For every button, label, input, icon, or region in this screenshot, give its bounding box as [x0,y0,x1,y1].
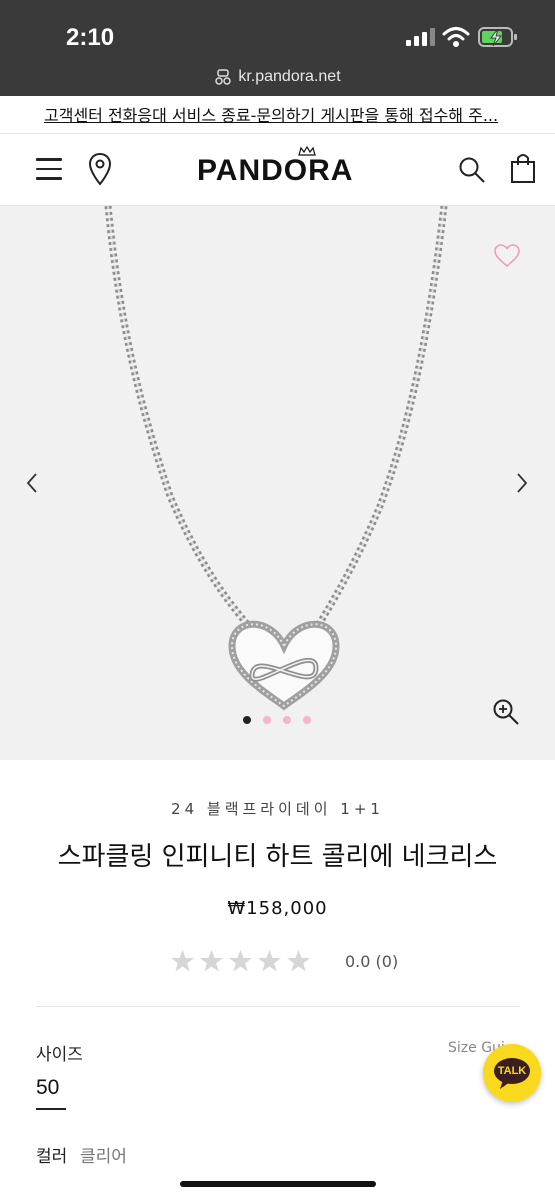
gallery-dot[interactable] [303,716,311,724]
next-image-arrow-icon[interactable] [514,472,530,494]
gallery-dot[interactable] [243,716,251,724]
pandora-logo[interactable]: PANDORA [197,154,353,188]
logo-crown-icon [298,146,316,156]
star-icon [287,950,310,972]
divider [36,1006,520,1007]
status-time: 2:10 [66,24,115,51]
selected-size-indicator [36,1108,66,1110]
color-value: 클리어 [80,1147,127,1167]
star-icon [258,950,281,972]
chat-button-label: TALK [497,1065,527,1077]
status-bar: 2:10 kr.pandora.net [0,0,555,96]
announcement-banner[interactable]: 고객센터 전화응대 서비스 종료-문의하기 게시판을 통해 접수해 주... [0,96,555,134]
battery-charging-icon [478,27,517,47]
favorite-heart-icon[interactable] [494,244,520,268]
url-text: kr.pandora.net [238,68,341,85]
rating-text: 0.0 (0) [345,951,399,971]
product-image-gallery[interactable] [0,206,555,760]
gallery-pagination [243,716,311,724]
site-settings-icon [215,69,232,85]
location-pin-icon[interactable] [88,152,112,186]
necklace-product-image [104,206,448,711]
address-bar[interactable]: kr.pandora.net [0,64,555,90]
size-label: 사이즈 [36,1045,83,1065]
zoom-in-icon[interactable] [492,698,520,726]
promo-label: 24 블랙프라이데이 1+1 [171,800,384,818]
previous-image-arrow-icon[interactable] [24,472,40,494]
size-option-50[interactable]: 50 [36,1076,59,1100]
gallery-dot[interactable] [263,716,271,724]
site-header: PANDORA [0,134,555,206]
gallery-dot[interactable] [283,716,291,724]
star-icon [200,950,223,972]
product-price: ₩158,000 [227,898,328,919]
home-indicator[interactable] [180,1181,376,1187]
wifi-icon [442,27,470,47]
color-label: 컬러 [36,1147,68,1167]
cellular-signal-icon [406,28,435,46]
shopping-bag-icon[interactable] [510,152,536,184]
star-icon [229,950,252,972]
star-icon [171,950,194,972]
hamburger-menu-icon[interactable] [36,158,62,180]
product-rating[interactable]: 0.0 (0) [170,948,398,974]
product-title: 스파클링 인피니티 하트 콜리에 네크리스 [57,842,498,872]
announcement-text[interactable]: 고객센터 전화응대 서비스 종료-문의하기 게시판을 통해 접수해 주... [44,102,498,126]
kakao-talk-chat-button[interactable]: TALK [483,1044,541,1102]
search-icon[interactable] [458,156,486,184]
